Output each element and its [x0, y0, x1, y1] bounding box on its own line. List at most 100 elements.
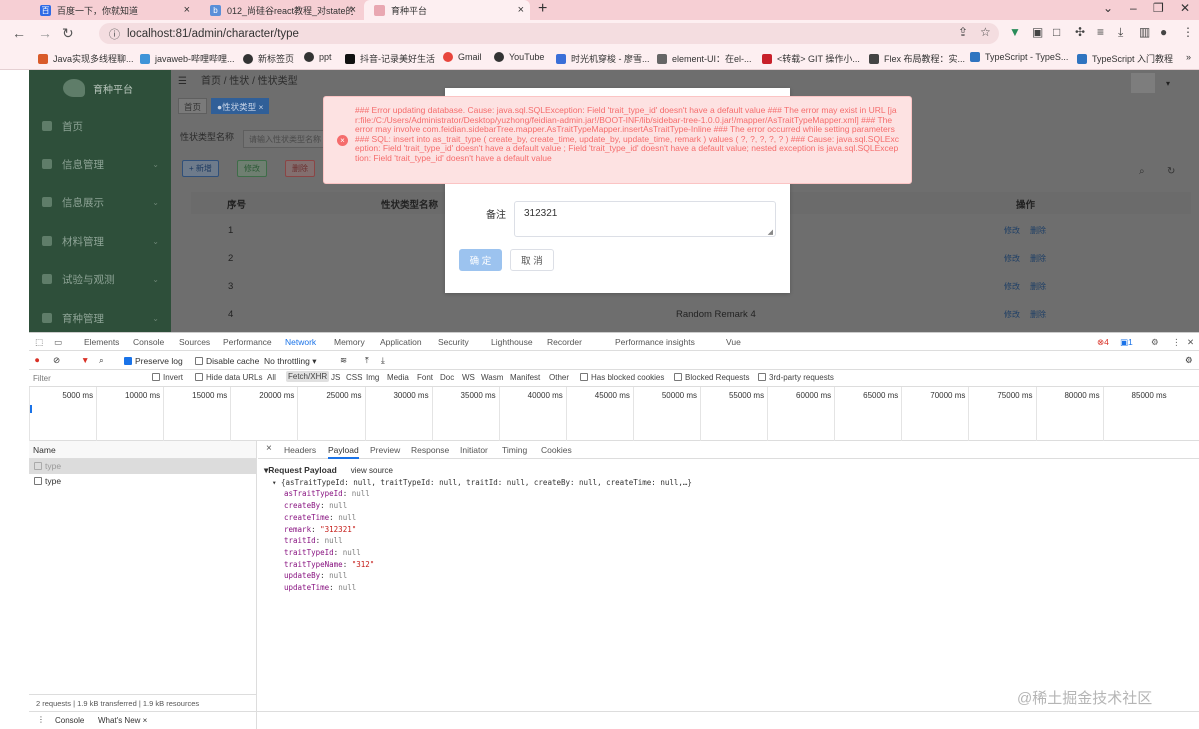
close-icon[interactable]: ✕ [1187, 337, 1194, 348]
refresh-icon[interactable]: ↻ [1167, 166, 1175, 177]
blocked-requests-checkbox[interactable]: Blocked Requests [674, 373, 749, 382]
filter-font[interactable]: Font [417, 373, 433, 382]
sidebar-item-home[interactable]: 首页 [29, 112, 171, 140]
caret-down-icon[interactable]: ▾ [1166, 79, 1170, 88]
inspect-icon[interactable]: ⬚ [35, 337, 43, 348]
filter-fetch-xhr[interactable]: Fetch/XHR [286, 371, 330, 382]
row-edit-link[interactable]: 修改 [1004, 253, 1020, 264]
bookmark-item[interactable]: TypeScript 入门教程 [1077, 52, 1173, 65]
sidebar-item-materials[interactable]: 材料管理 ⌄ [29, 227, 171, 255]
reading-list-icon[interactable]: ≡ [1097, 25, 1104, 39]
close-tab-icon[interactable]: × [350, 4, 356, 16]
minimize-icon[interactable]: – [1130, 0, 1137, 16]
bookmark-item[interactable]: ppt [304, 52, 332, 62]
extension-icon[interactable]: □ [1053, 25, 1060, 39]
resize-handle-icon[interactable]: ◢ [768, 228, 773, 236]
sidebar-item-info[interactable]: 信息管理 ⌄ [29, 150, 171, 178]
address-bar[interactable]: ⓘ localhost:81/admin/character/type [99, 23, 999, 44]
tab-network[interactable]: Network [285, 337, 316, 347]
new-tab-button[interactable]: + [538, 0, 547, 18]
sidebar-item-display[interactable]: 信息展示 ⌄ [29, 188, 171, 216]
payload-summary[interactable]: ▾ {asTraitTypeId: null, traitTypeId: nul… [264, 477, 692, 489]
blocked-cookies-checkbox[interactable]: Has blocked cookies [580, 373, 664, 382]
bookmark-item[interactable]: element-UI：在el-... [657, 52, 752, 65]
close-tab-icon[interactable]: × [184, 4, 190, 16]
bookmark-item[interactable]: YouTube [494, 52, 544, 62]
bookmark-item[interactable]: <转载> GIT 操作小... [762, 52, 860, 65]
restore-icon[interactable]: ❐ [1153, 0, 1164, 16]
network-settings-icon[interactable]: ⚙ [1185, 355, 1193, 366]
filter-ws[interactable]: WS [462, 373, 475, 382]
tab-memory[interactable]: Memory [334, 337, 365, 347]
filter-icon[interactable]: ▼ [81, 355, 89, 365]
import-har-icon[interactable]: ⤒ [365, 355, 369, 366]
tag-home[interactable]: 首页 [178, 98, 208, 114]
settings-gear-icon[interactable]: ⚙ [1151, 337, 1159, 348]
drawer-tab-console[interactable]: Console [55, 716, 84, 725]
tab-console[interactable]: Console [133, 337, 164, 347]
tab-performance-insights[interactable]: Performance insights [615, 337, 695, 347]
download-icon[interactable]: ⤓ [1118, 25, 1123, 40]
hamburger-icon[interactable]: ☰ [178, 76, 187, 87]
close-tab-icon[interactable]: × [518, 4, 524, 16]
tab-cookies[interactable]: Cookies [541, 445, 572, 455]
third-party-checkbox[interactable]: 3rd-party requests [758, 373, 834, 382]
tab-lighthouse[interactable]: Lighthouse [491, 337, 533, 347]
browser-tab[interactable]: b 012_尚硅谷react教程_对state的 × [200, 0, 362, 20]
name-column-header[interactable]: Name [29, 441, 256, 459]
clear-icon[interactable]: ⊘ [53, 355, 60, 366]
request-row[interactable]: type [29, 459, 256, 474]
invert-checkbox[interactable]: Invert [152, 373, 183, 382]
browser-tab[interactable]: 百 百度一下，你就知道 × [30, 0, 196, 20]
filter-js[interactable]: JS [331, 373, 340, 382]
close-window-icon[interactable]: ✕ [1180, 0, 1190, 16]
filter-all[interactable]: All [267, 373, 276, 382]
tag-trait-type[interactable]: ●性状类型 × [211, 98, 270, 114]
network-filter-input[interactable]: Filter [33, 374, 51, 383]
forward-icon[interactable]: → [38, 25, 52, 41]
tab-initiator[interactable]: Initiator [460, 445, 488, 455]
row-delete-link[interactable]: 删除 [1030, 225, 1046, 236]
filter-other[interactable]: Other [549, 373, 569, 382]
export-har-icon[interactable]: ⤓ [381, 355, 385, 366]
search-icon[interactable]: ⌕ [99, 355, 104, 366]
drawer-menu-icon[interactable]: ⋮ [37, 715, 45, 724]
tab-headers[interactable]: Headers [284, 445, 316, 455]
puzzle-icon[interactable]: ✣ [1075, 25, 1085, 39]
network-conditions-icon[interactable]: ≋ [340, 355, 347, 366]
tab-recorder[interactable]: Recorder [547, 337, 582, 347]
bookmark-item[interactable]: 时光机穿梭 - 廖雪... [556, 52, 650, 65]
drawer-tab-whats-new[interactable]: What's New × [98, 716, 147, 725]
confirm-button[interactable]: 确 定 [459, 249, 502, 271]
bookmark-item[interactable]: TypeScript - TypeS... [970, 52, 1068, 62]
filter-doc[interactable]: Doc [440, 373, 454, 382]
sidepanel-icon[interactable]: ▥ [1139, 25, 1150, 39]
close-detail-icon[interactable]: × [266, 443, 272, 454]
bookmark-item[interactable]: Java实现多线程聊... [38, 52, 134, 65]
bookmark-item[interactable]: 抖音-记录美好生活 [345, 52, 435, 65]
network-timeline[interactable]: 5000 ms 10000 ms 15000 ms 20000 ms 25000 ms 3… [29, 387, 1199, 441]
message-count-badge[interactable]: ▣1 [1120, 337, 1133, 348]
row-delete-link[interactable]: 删除 [1030, 253, 1046, 264]
sidebar-item-trials[interactable]: 试验与观测 ⌄ [29, 265, 171, 293]
more-icon[interactable]: ⋮ [1172, 337, 1181, 348]
tab-elements[interactable]: Elements [84, 337, 119, 347]
tab-payload[interactable]: Payload [328, 445, 359, 459]
sidebar-item-breeding[interactable]: 育种管理 ⌄ [29, 304, 171, 332]
more-icon[interactable]: ⋮ [1182, 25, 1194, 39]
row-edit-link[interactable]: 修改 [1004, 309, 1020, 320]
filter-wasm[interactable]: Wasm [481, 373, 503, 382]
filter-media[interactable]: Media [387, 373, 409, 382]
filter-manifest[interactable]: Manifest [510, 373, 540, 382]
tab-sources[interactable]: Sources [179, 337, 210, 347]
hide-data-urls-checkbox[interactable]: Hide data URLs [195, 373, 262, 382]
tab-application[interactable]: Application [380, 337, 422, 347]
tab-response[interactable]: Response [411, 445, 449, 455]
row-edit-link[interactable]: 修改 [1004, 225, 1020, 236]
extension-icon[interactable]: ▣ [1032, 25, 1043, 39]
edit-button[interactable]: 修改 [237, 160, 267, 177]
bookmark-item[interactable]: Flex 布局教程：实... [869, 52, 965, 65]
avatar[interactable]: ● [1160, 25, 1167, 39]
row-edit-link[interactable]: 修改 [1004, 281, 1020, 292]
filter-img[interactable]: Img [366, 373, 379, 382]
